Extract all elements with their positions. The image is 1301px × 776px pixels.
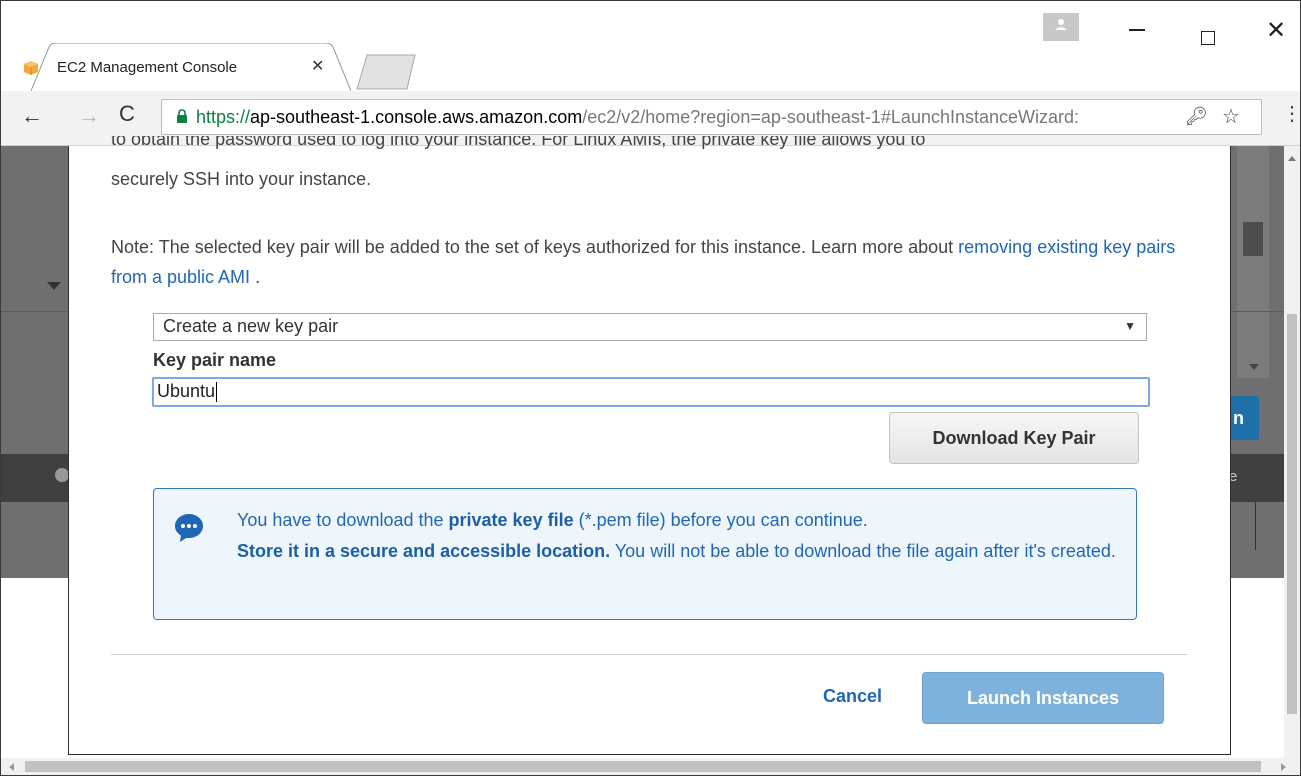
info-text-bold-file: private key file (448, 510, 574, 530)
key-pair-select-value: Create a new key pair (163, 316, 339, 336)
tab-close-icon[interactable]: ✕ (311, 58, 324, 76)
aws-box-icon (24, 61, 38, 75)
maximize-button[interactable] (1201, 31, 1215, 45)
horizontal-scrollbar[interactable] (1, 758, 1300, 775)
address-bar[interactable]: https://ap-southeast-1.console.aws.amazo… (161, 99, 1262, 135)
info-alert-text: You have to download the private key fil… (237, 505, 1117, 567)
scroll-up-icon[interactable] (1288, 156, 1296, 161)
lock-icon (177, 109, 187, 123)
info-text-post: You will not be able to download the fil… (610, 541, 1116, 561)
note-text-end: . (250, 267, 261, 287)
forward-arrow-icon[interactable]: → (78, 103, 100, 129)
profile-button[interactable] (1043, 13, 1079, 41)
key-pair-name-input[interactable]: Ubuntu (152, 377, 1150, 407)
key-pair-name-value: Ubuntu (157, 381, 216, 401)
info-text-pre: You have to download the (237, 510, 449, 530)
cut-off-text-content: to obtain the password used to log into … (111, 136, 926, 149)
info-text-bold-store: Store it in a secure and accessible loca… (237, 541, 611, 561)
key-pair-dialog: to obtain the password used to log into … (68, 136, 1231, 755)
bg-caret-icon (47, 282, 61, 290)
vertical-scroll-thumb[interactable] (1287, 314, 1297, 714)
bg-caret-down-icon (1249, 364, 1259, 370)
info-alert: You have to download the private key fil… (153, 488, 1137, 620)
scroll-left-icon[interactable] (9, 763, 14, 771)
scroll-right-icon[interactable] (1281, 763, 1286, 771)
launch-instances-button[interactable]: Launch Instances (922, 672, 1164, 724)
minimize-button[interactable] (1129, 29, 1145, 31)
horizontal-scroll-thumb[interactable] (25, 761, 1261, 772)
key-pair-name-label: Key pair name (153, 350, 277, 370)
url-host: ap-southeast-1.console.aws.amazon.com (250, 107, 583, 127)
bg-blue-button-label: n (1233, 408, 1244, 428)
url-text[interactable]: https://ap-southeast-1.console.aws.amazo… (196, 107, 1176, 128)
more-vert-icon[interactable]: ⋮ (1282, 101, 1300, 126)
reload-icon[interactable]: C (119, 101, 135, 127)
cut-off-text: to obtain the password used to log into … (111, 136, 1211, 152)
url-scheme: https:// (196, 107, 251, 127)
bg-scroll-panel (1237, 146, 1269, 378)
browser-window: EC2 Management Console ✕ ✕ ← → C https:/… (0, 0, 1301, 776)
intro-text: securely SSH into your instance. (111, 169, 372, 189)
bg-scroll-thumb (1243, 222, 1263, 256)
url-path: /ec2/v2/home?region=ap-southeast-1#Launc… (582, 107, 1080, 127)
download-key-pair-button[interactable]: Download Key Pair (889, 412, 1139, 464)
title-bar: EC2 Management Console ✕ ✕ (1, 1, 1300, 91)
key-icon[interactable]: 🔑︎ (1185, 106, 1208, 127)
bg-vertical-line (1255, 502, 1256, 550)
key-pair-select[interactable]: Create a new key pair ▼ (153, 313, 1147, 341)
person-icon (1055, 19, 1067, 30)
info-text-mid: (*.pem file) before you can continue. (573, 510, 868, 530)
footer-divider (111, 654, 1187, 655)
cancel-button[interactable]: Cancel (823, 686, 882, 707)
bookmark-star-icon[interactable]: ☆ (1222, 104, 1240, 129)
close-window-button[interactable]: ✕ (1266, 19, 1286, 43)
new-tab-button[interactable] (355, 53, 417, 91)
note-text: Note: The selected key pair will be adde… (111, 232, 1201, 292)
text-caret (216, 382, 218, 403)
note-text-body: Note: The selected key pair will be adde… (111, 237, 959, 257)
back-arrow-icon[interactable]: ← (21, 103, 43, 129)
chat-bubble-icon (175, 514, 203, 542)
dropdown-arrow-icon: ▼ (1124, 319, 1136, 333)
vertical-scrollbar[interactable] (1284, 146, 1300, 758)
tab-title: EC2 Management Console (57, 59, 238, 76)
bg-dot-icon (55, 468, 69, 482)
